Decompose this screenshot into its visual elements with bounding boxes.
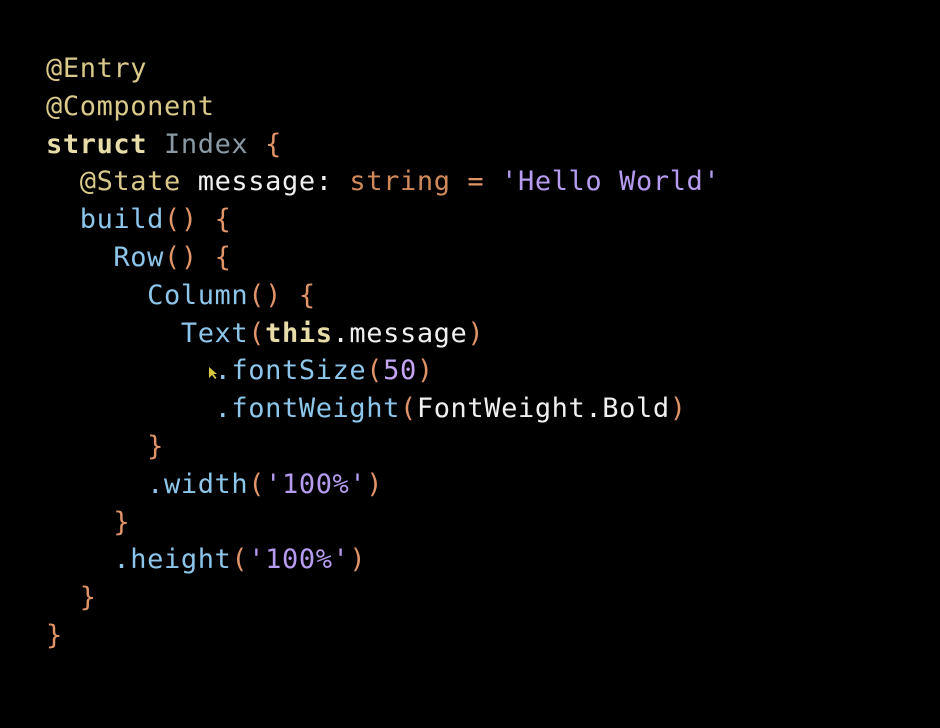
- code-line: .width('100%'): [46, 466, 383, 504]
- code-token: build: [79, 204, 164, 236]
- code-token: this: [265, 317, 333, 349]
- code-token: (: [248, 468, 266, 500]
- code-token: '100%': [265, 468, 367, 500]
- code-editor-view: @Entry @Component struct Index { @State me…: [0, 0, 940, 728]
- code-line: .fontSize(50): [46, 352, 434, 390]
- code-token: Text: [180, 317, 249, 349]
- code-token: .fontWeight: [214, 393, 400, 425]
- code-token: string: [349, 166, 451, 198]
- code-token: .message: [332, 317, 468, 349]
- code-line: }: [46, 617, 63, 655]
- mouse-pointer-icon: [209, 367, 217, 379]
- code-token: {: [248, 128, 282, 160]
- code-token: ): [416, 355, 434, 387]
- code-line: Text(this.message): [46, 315, 484, 353]
- code-line: }: [46, 428, 164, 466]
- code-line: }: [46, 579, 97, 617]
- code-token: ): [366, 468, 384, 500]
- code-token: }: [46, 620, 63, 651]
- code-token: () {: [164, 242, 232, 273]
- code-token: @State: [79, 166, 181, 198]
- code-token: (: [231, 544, 249, 576]
- code-token: .fontSize: [214, 355, 367, 387]
- code-token: ): [669, 393, 687, 425]
- code-token: }: [113, 506, 131, 538]
- code-token: struct: [46, 128, 148, 160]
- code-token: () {: [248, 279, 316, 311]
- code-token: message:: [180, 166, 350, 198]
- code-line: .fontWeight(FontWeight.Bold): [46, 390, 687, 428]
- code-token: Index: [164, 128, 249, 160]
- code-line: @Entry: [46, 50, 147, 88]
- code-token: Row: [113, 242, 164, 273]
- code-token: .width: [147, 468, 249, 500]
- code-token: Column: [147, 279, 249, 311]
- code-token: @Entry: [46, 53, 148, 84]
- code-token: (: [399, 393, 417, 425]
- code-line: Row() {: [46, 239, 231, 277]
- code-token: FontWeight.Bold: [416, 393, 670, 425]
- code-token: @Component: [46, 90, 215, 122]
- code-token: }: [147, 431, 164, 462]
- code-token: (: [248, 317, 266, 349]
- code-token: ): [467, 317, 485, 349]
- code-token: ): [349, 544, 367, 576]
- code-line: @State message: string = 'Hello World': [46, 163, 720, 201]
- code-token: 'Hello World': [501, 166, 721, 198]
- code-line: build() {: [46, 201, 231, 239]
- code-token: (: [366, 355, 384, 387]
- code-token: .height: [113, 544, 232, 576]
- code-line: Column() {: [46, 277, 316, 315]
- code-token: }: [79, 582, 97, 614]
- code-token: '100%': [248, 544, 350, 576]
- code-line: .height('100%'): [46, 541, 366, 579]
- code-token: () {: [164, 204, 232, 236]
- code-token: 50: [383, 355, 417, 387]
- code-line: struct Index {: [46, 126, 282, 164]
- code-line: }: [46, 504, 130, 542]
- code-token: =: [450, 166, 502, 198]
- code-line: @Component: [46, 88, 215, 126]
